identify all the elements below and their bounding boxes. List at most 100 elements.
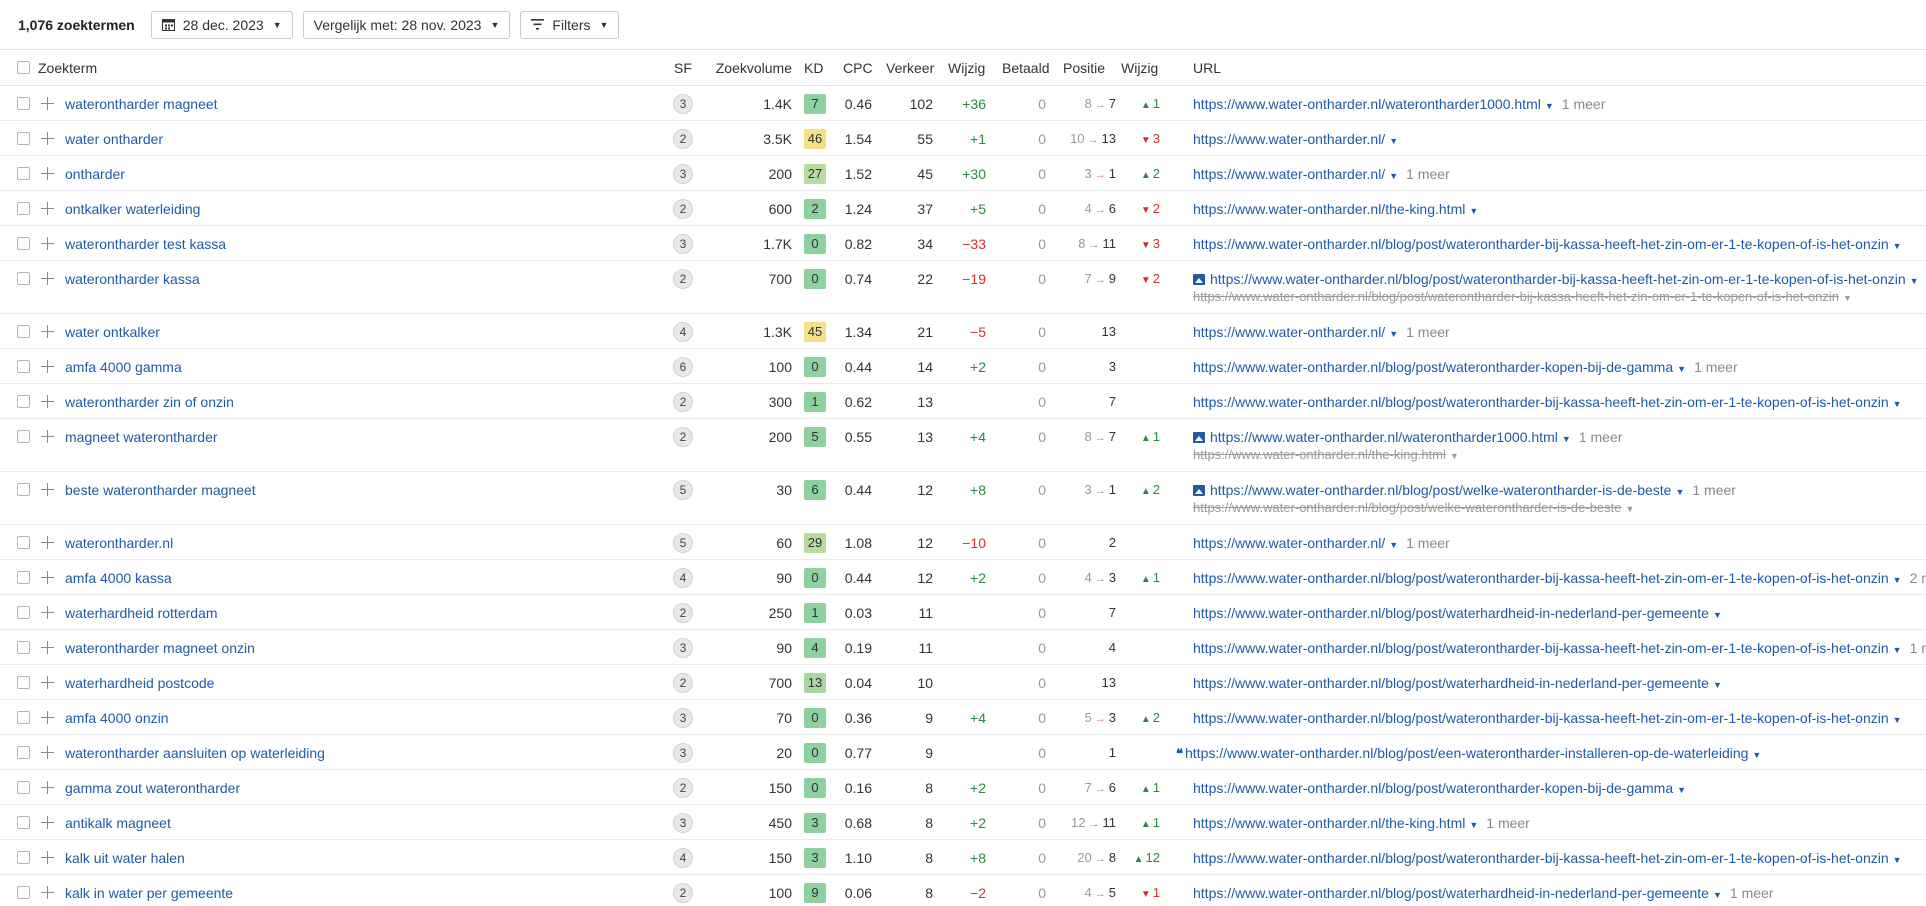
serp-features-badge[interactable]: 3	[673, 708, 693, 728]
col-sf[interactable]: SF	[674, 50, 692, 86]
chevron-down-icon[interactable]: ▼	[1675, 487, 1684, 497]
keyword-link[interactable]: kalk uit water halen	[65, 850, 185, 866]
ranking-url[interactable]: https://www.water-ontharder.nl/blog/post…	[1193, 570, 1926, 588]
url-text[interactable]: https://www.water-ontharder.nl/blog/post…	[1210, 271, 1906, 287]
chevron-down-icon[interactable]: ▼	[1677, 785, 1686, 795]
keyword-link[interactable]: water ontharder	[65, 131, 163, 147]
keyword-link[interactable]: amfa 4000 onzin	[65, 710, 169, 726]
serp-features-badge[interactable]: 2	[673, 392, 693, 412]
more-urls-link[interactable]: 1 m	[1910, 640, 1926, 656]
plus-icon[interactable]	[41, 360, 54, 373]
col-paid[interactable]: Betaald	[1002, 50, 1049, 86]
url-text[interactable]: https://www.water-ontharder.nl/blog/post…	[1193, 710, 1889, 726]
chevron-down-icon[interactable]: ▼	[1562, 434, 1571, 444]
ranking-url[interactable]: https://www.water-ontharder.nl/blog/post…	[1193, 780, 1686, 798]
chevron-down-icon[interactable]: ▼	[1893, 645, 1902, 655]
chevron-down-icon[interactable]: ▼	[1389, 136, 1398, 146]
url-text[interactable]: https://www.water-ontharder.nl/blog/post…	[1193, 359, 1673, 375]
ranking-url[interactable]: https://www.water-ontharder.nl/blog/post…	[1193, 675, 1722, 693]
plus-icon[interactable]	[41, 237, 54, 250]
url-text[interactable]: https://www.water-ontharder.nl/blog/post…	[1193, 605, 1709, 621]
serp-features-badge[interactable]: 5	[673, 480, 693, 500]
row-checkbox[interactable]	[17, 272, 30, 285]
ranking-url[interactable]: https://www.water-ontharder.nl/blog/post…	[1193, 236, 1902, 254]
serp-features-badge[interactable]: 4	[673, 848, 693, 868]
chevron-down-icon[interactable]: ▼	[1893, 715, 1902, 725]
row-checkbox[interactable]	[17, 483, 30, 496]
url-text[interactable]: https://www.water-ontharder.nl/blog/post…	[1193, 850, 1889, 866]
ranking-url[interactable]: https://www.water-ontharder.nl/ ▼ 1 meer	[1193, 324, 1450, 342]
ranking-url[interactable]: ❝ https://www.water-ontharder.nl/blog/pos…	[1176, 745, 1761, 763]
serp-features-badge[interactable]: 2	[673, 269, 693, 289]
row-checkbox[interactable]	[17, 606, 30, 619]
plus-icon[interactable]	[41, 571, 54, 584]
chevron-down-icon[interactable]: ▼	[1389, 540, 1398, 550]
plus-icon[interactable]	[41, 816, 54, 829]
row-checkbox[interactable]	[17, 851, 30, 864]
url-text[interactable]: https://www.water-ontharder.nl/blog/post…	[1210, 482, 1671, 498]
serp-features-badge[interactable]: 3	[673, 234, 693, 254]
keyword-link[interactable]: magneet waterontharder	[65, 429, 218, 445]
keyword-link[interactable]: waterontharder test kassa	[65, 236, 226, 252]
row-checkbox[interactable]	[17, 202, 30, 215]
serp-features-badge[interactable]: 5	[673, 533, 693, 553]
serp-features-badge[interactable]: 3	[673, 813, 693, 833]
plus-icon[interactable]	[41, 886, 54, 899]
url-text[interactable]: https://www.water-ontharder.nl/blog/post…	[1193, 236, 1889, 252]
plus-icon[interactable]	[41, 606, 54, 619]
url-text[interactable]: https://www.water-ontharder.nl/	[1193, 131, 1385, 147]
plus-icon[interactable]	[41, 851, 54, 864]
chevron-down-icon[interactable]: ▼	[1450, 448, 1459, 464]
more-urls-link[interactable]: 1 meer	[1579, 429, 1623, 445]
plus-icon[interactable]	[41, 395, 54, 408]
ranking-url[interactable]: https://www.water-ontharder.nl/blog/post…	[1193, 710, 1902, 728]
keyword-link[interactable]: waterontharder magneet onzin	[65, 640, 255, 656]
row-checkbox[interactable]	[17, 132, 30, 145]
url-text[interactable]: https://www.water-ontharder.nl/blog/post…	[1193, 780, 1673, 796]
col-position-change[interactable]: Wijzig	[1121, 50, 1158, 86]
chevron-down-icon[interactable]: ▼	[1893, 855, 1902, 865]
ranking-url[interactable]: https://www.water-ontharder.nl/blog/post…	[1193, 640, 1926, 658]
keyword-link[interactable]: waterontharder aansluiten op waterleidin…	[65, 745, 325, 761]
keyword-link[interactable]: ontharder	[65, 166, 125, 182]
plus-icon[interactable]	[41, 483, 54, 496]
chevron-down-icon[interactable]: ▼	[1893, 399, 1902, 409]
ranking-url[interactable]: https://www.water-ontharder.nl/the-king.…	[1193, 201, 1478, 219]
row-checkbox[interactable]	[17, 167, 30, 180]
col-volume[interactable]: Zoekvolume	[700, 50, 792, 86]
url-text[interactable]: https://www.water-ontharder.nl/the-king.…	[1193, 815, 1465, 831]
serp-features-badge[interactable]: 3	[673, 94, 693, 114]
row-checkbox[interactable]	[17, 781, 30, 794]
url-text[interactable]: https://www.water-ontharder.nl/wateronth…	[1210, 429, 1558, 445]
plus-icon[interactable]	[41, 97, 54, 110]
keyword-link[interactable]: waterhardheid rotterdam	[65, 605, 218, 621]
plus-icon[interactable]	[41, 325, 54, 338]
url-text[interactable]: https://www.water-ontharder.nl/	[1193, 535, 1385, 551]
ranking-url[interactable]: https://www.water-ontharder.nl/blog/post…	[1193, 394, 1902, 412]
col-keyword[interactable]: Zoekterm	[38, 50, 97, 86]
url-text[interactable]: https://www.water-ontharder.nl/	[1193, 166, 1385, 182]
ranking-url[interactable]: https://www.water-ontharder.nl/ ▼ 1 meer	[1193, 166, 1450, 184]
url-text[interactable]: https://www.water-ontharder.nl/blog/post…	[1185, 745, 1748, 761]
plus-icon[interactable]	[41, 202, 54, 215]
more-urls-link[interactable]: 1 meer	[1406, 535, 1450, 551]
ranking-url[interactable]: https://www.water-ontharder.nl/blog/post…	[1193, 605, 1722, 623]
chevron-down-icon[interactable]: ▼	[1626, 501, 1635, 517]
compare-date-button[interactable]: Vergelijk met: 28 nov. 2023 ▼	[302, 10, 511, 39]
previous-ranking-url[interactable]: https://www.water-ontharder.nl/the-king.…	[1193, 447, 1459, 464]
url-text[interactable]: https://www.water-ontharder.nl/blog/post…	[1193, 394, 1889, 410]
ranking-url[interactable]: https://www.water-ontharder.nl/ ▼ 1 meer	[1193, 535, 1450, 553]
url-text[interactable]: https://www.water-ontharder.nl/the-king.…	[1193, 201, 1465, 217]
chevron-down-icon[interactable]: ▼	[1389, 171, 1398, 181]
more-urls-link[interactable]: 1 meer	[1406, 324, 1450, 340]
chevron-down-icon[interactable]: ▼	[1843, 290, 1852, 306]
chevron-down-icon[interactable]: ▼	[1713, 680, 1722, 690]
more-urls-link[interactable]: 1 meer	[1692, 482, 1736, 498]
ranking-url[interactable]: https://www.water-ontharder.nl/blog/post…	[1193, 359, 1738, 377]
chevron-down-icon[interactable]: ▼	[1910, 276, 1919, 286]
serp-features-badge[interactable]: 4	[673, 568, 693, 588]
plus-icon[interactable]	[41, 430, 54, 443]
chevron-down-icon[interactable]: ▼	[1713, 890, 1722, 900]
url-text[interactable]: https://www.water-ontharder.nl/blog/post…	[1193, 570, 1889, 586]
plus-icon[interactable]	[41, 536, 54, 549]
